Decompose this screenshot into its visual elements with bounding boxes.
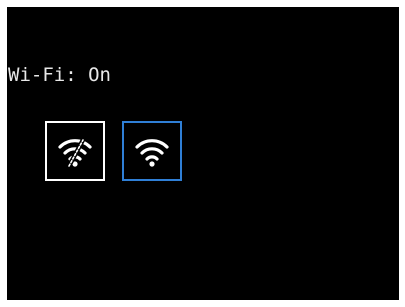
wifi-slash-icon: [55, 131, 95, 171]
wifi-icon: [132, 131, 172, 171]
wifi-on-button[interactable]: [122, 121, 182, 181]
wifi-off-button[interactable]: [45, 121, 105, 181]
wifi-status-label: Wi-Fi: On: [8, 64, 111, 86]
device-screen: Wi-Fi: On: [7, 7, 399, 300]
